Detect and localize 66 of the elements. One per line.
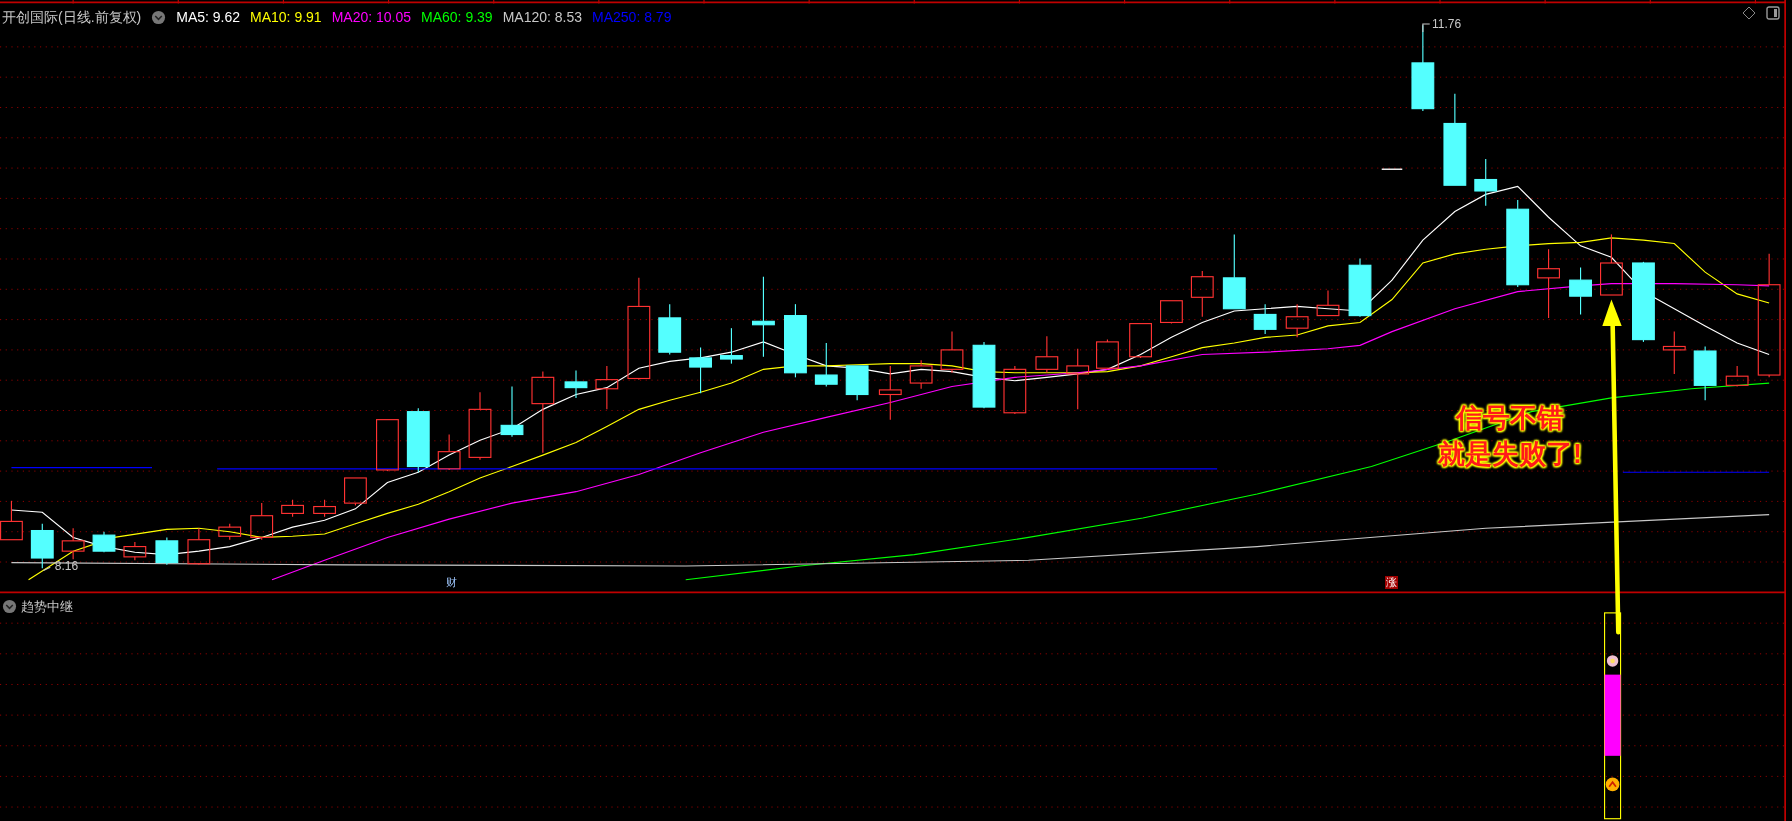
candlestick [61, 527, 85, 560]
candlestick [909, 359, 933, 390]
candlestick [595, 365, 619, 410]
candlestick [30, 523, 54, 569]
collapse-icon[interactable] [2, 599, 17, 615]
candlestick [689, 347, 712, 394]
candlestick [406, 407, 430, 473]
candlestick [500, 385, 524, 438]
moving-average-value: MA60: 9.39 [421, 8, 493, 27]
candlestick [1600, 233, 1623, 296]
candlestick [658, 303, 682, 356]
moving-average-value: MA10: 9.91 [250, 8, 322, 27]
candlestick [1474, 158, 1498, 207]
candlestick [1569, 267, 1592, 315]
candlestick [250, 502, 274, 541]
candlestick [1285, 303, 1309, 338]
candlestick [1662, 331, 1686, 375]
candlestick [720, 327, 743, 365]
candlestick [1693, 345, 1717, 401]
candlestick [155, 536, 179, 566]
candlestick [1066, 348, 1090, 410]
candlestick [344, 477, 367, 506]
candlestick [1160, 300, 1183, 325]
panel-toggle-icon[interactable] [1766, 6, 1780, 20]
stock-title: 开创国际(日线.前复权) [2, 8, 142, 27]
candlestick [1316, 289, 1340, 317]
moving-average-value: MA250: 8.79 [592, 8, 672, 27]
candlestick [1190, 270, 1214, 318]
candlestick [0, 500, 23, 541]
candlestick [376, 419, 399, 472]
candlestick [1096, 339, 1119, 370]
event-marker: 财 [444, 576, 458, 589]
up-caret-icon [1605, 777, 1620, 792]
candlestick [123, 541, 147, 561]
moving-average-value: MA5: 9.62 [176, 8, 241, 27]
candlestick [845, 365, 869, 401]
candlestick [187, 527, 211, 566]
candlestick [1035, 335, 1059, 374]
candlestick [1129, 323, 1152, 359]
leader-line [42, 566, 51, 572]
candlestick [1348, 257, 1372, 318]
candlestick [313, 499, 336, 518]
candlestick [1537, 248, 1560, 319]
diamond-icon[interactable] [1742, 6, 1756, 20]
candlestick [814, 342, 838, 388]
indicator-title: 趋势中继 [21, 598, 73, 616]
dropdown-icon[interactable] [151, 10, 167, 25]
candlestick [1003, 365, 1027, 415]
candlestick [972, 341, 996, 409]
candlestick [940, 331, 964, 374]
circle-icon [1606, 655, 1619, 667]
candlestick [564, 369, 588, 399]
high-price-label: 11.76 [1432, 18, 1462, 31]
moving-average-value: MA20: 10.05 [331, 8, 412, 27]
candlestick [1253, 303, 1277, 335]
candlestick [878, 365, 902, 421]
leader-line [1422, 23, 1431, 33]
event-marker: 涨 [1385, 576, 1399, 589]
moving-average-value: MA120: 8.53 [502, 8, 583, 27]
candlestick [1381, 168, 1403, 170]
candlestick [92, 531, 116, 553]
candlestick [437, 433, 461, 471]
candlestick [1725, 365, 1749, 388]
candlestick [218, 523, 242, 541]
candlestick [468, 391, 492, 461]
candlestick [281, 499, 304, 518]
